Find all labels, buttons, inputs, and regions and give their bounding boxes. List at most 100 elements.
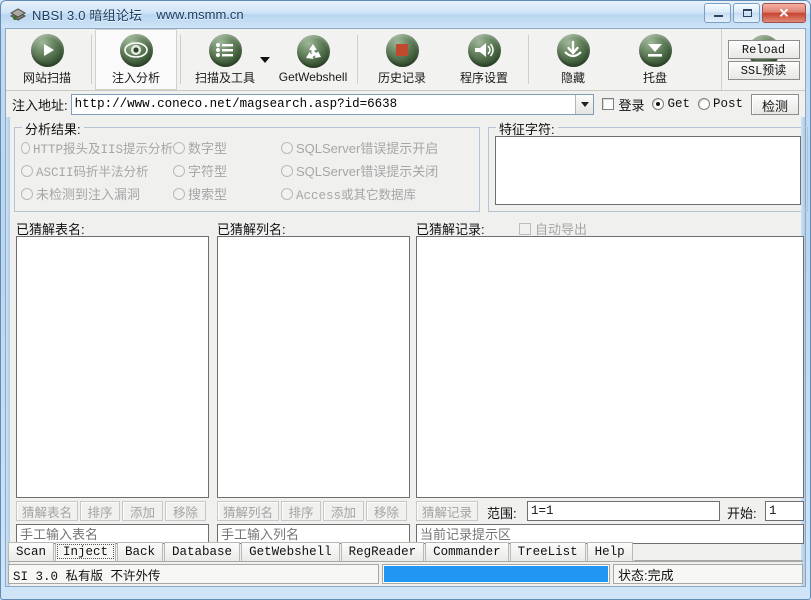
start-input[interactable] bbox=[765, 501, 804, 521]
minimize-button[interactable] bbox=[704, 3, 731, 23]
checkbox-box bbox=[602, 98, 614, 110]
radio-circle bbox=[173, 188, 185, 200]
window-controls: ✕ bbox=[704, 3, 806, 23]
toolbar-button-history[interactable]: 历史记录 bbox=[361, 29, 443, 90]
records-listbox[interactable] bbox=[416, 236, 804, 498]
close-icon: ✕ bbox=[763, 7, 805, 20]
analysis-option-label: 未检测到注入漏洞 bbox=[36, 184, 140, 203]
analysis-option-search-type[interactable]: 搜索型 bbox=[173, 184, 281, 203]
tab-getwebshell[interactable]: GetWebshell bbox=[241, 542, 340, 561]
analysis-option-no-injection[interactable]: 未检测到注入漏洞 bbox=[21, 184, 173, 203]
method-post-radio[interactable]: Post bbox=[698, 97, 743, 111]
toolbar-label: 网站扫描 bbox=[23, 69, 71, 86]
detect-button[interactable]: 检测 bbox=[751, 94, 799, 115]
analysis-result-group: 分析结果: HTTP报头及IIS提示分析 数字型 SQLServer错误提示开启… bbox=[14, 127, 480, 212]
url-input[interactable] bbox=[72, 95, 576, 114]
radio-circle bbox=[173, 142, 185, 154]
radio-circle bbox=[21, 142, 30, 154]
url-label: 注入地址: bbox=[12, 95, 68, 114]
analysis-option-numeric[interactable]: 数字型 bbox=[173, 138, 281, 157]
ssl-preload-button[interactable]: SSL预读 bbox=[728, 61, 800, 80]
add-table-button[interactable]: 添加 bbox=[122, 501, 163, 521]
url-dropdown-button[interactable] bbox=[575, 95, 593, 114]
method-get-radio[interactable]: Get bbox=[652, 97, 690, 111]
analysis-option-label: SQLServer错误提示关闭 bbox=[296, 161, 438, 180]
status-left-text: SI 3.0 私有版 不许外传 bbox=[8, 564, 379, 584]
toolbar-label: 历史记录 bbox=[378, 69, 426, 86]
toolbar-button-getwebshell[interactable]: GetWebshell bbox=[272, 29, 354, 90]
tab-scan[interactable]: Scan bbox=[8, 542, 54, 561]
remove-column-button[interactable]: 移除 bbox=[366, 501, 407, 521]
radio-circle bbox=[698, 98, 710, 110]
tables-listbox[interactable] bbox=[16, 236, 209, 498]
url-combobox[interactable] bbox=[71, 94, 595, 115]
radio-circle bbox=[281, 142, 293, 154]
toolbar-separator bbox=[180, 35, 181, 84]
guess-columns-button[interactable]: 猜解列名 bbox=[217, 501, 279, 521]
radio-circle bbox=[21, 165, 33, 177]
title-bar: NBSI 3.0 暗组论坛 www.msmm.cn ✕ bbox=[1, 1, 810, 28]
analysis-option-sqlserver-error-on[interactable]: SQLServer错误提示开启 bbox=[281, 138, 475, 157]
toolbar-separator bbox=[91, 35, 92, 84]
tab-commander[interactable]: Commander bbox=[425, 542, 509, 561]
analysis-option-label: 搜索型 bbox=[188, 184, 227, 203]
method-post-label: Post bbox=[713, 97, 743, 111]
columns-listbox[interactable] bbox=[217, 236, 410, 498]
tab-treelist[interactable]: TreeList bbox=[510, 542, 586, 561]
recycle-icon bbox=[297, 35, 330, 68]
close-button[interactable]: ✕ bbox=[762, 3, 806, 23]
feature-chars-group: 特征字符: bbox=[488, 127, 808, 212]
main-toolbar: 网站扫描 注入分析 bbox=[6, 29, 805, 91]
client-area: 网站扫描 注入分析 bbox=[5, 28, 806, 587]
guess-records-button[interactable]: 猜解记录 bbox=[416, 501, 478, 521]
sort-columns-button[interactable]: 排序 bbox=[281, 501, 321, 521]
range-input[interactable] bbox=[527, 501, 720, 521]
tab-database[interactable]: Database bbox=[164, 542, 240, 561]
toolbar-label: 隐藏 bbox=[561, 69, 585, 86]
sort-tables-button[interactable]: 排序 bbox=[80, 501, 120, 521]
remove-table-button[interactable]: 移除 bbox=[165, 501, 206, 521]
analysis-radio-grid: HTTP报头及IIS提示分析 数字型 SQLServer错误提示开启 ASCII… bbox=[21, 136, 475, 207]
toolbar-separator bbox=[528, 35, 529, 84]
toolbar-button-settings[interactable]: 程序设置 bbox=[443, 29, 525, 90]
maximize-button[interactable] bbox=[733, 3, 760, 23]
app-icon bbox=[9, 7, 27, 23]
start-label: 开始: bbox=[727, 503, 757, 522]
tab-regreader[interactable]: RegReader bbox=[341, 542, 425, 561]
toolbar-label: 托盘 bbox=[643, 69, 667, 86]
current-record-hint-input[interactable] bbox=[416, 524, 804, 544]
url-row: 注入地址: 登录 Get Post 检测 bbox=[6, 91, 805, 117]
method-get-label: Get bbox=[667, 97, 690, 111]
feature-chars-textarea[interactable] bbox=[495, 136, 801, 205]
analysis-option-access-db[interactable]: Access或其它数据库 bbox=[281, 184, 475, 203]
tab-back[interactable]: Back bbox=[117, 542, 163, 561]
toolbar-button-tray[interactable]: 托盘 bbox=[614, 29, 696, 90]
tab-filler bbox=[634, 542, 803, 561]
status-text: 状态:完成 bbox=[613, 564, 803, 584]
toolbar-label: 注入分析 bbox=[112, 69, 160, 86]
toolbar-button-scan-tools[interactable]: 扫描及工具 bbox=[184, 29, 266, 90]
manual-column-name-input[interactable] bbox=[217, 524, 410, 544]
manual-table-name-input[interactable] bbox=[16, 524, 209, 544]
tab-inject[interactable]: Inject bbox=[55, 542, 116, 561]
analysis-option-ascii-binary[interactable]: ASCII码折半法分析 bbox=[21, 161, 173, 180]
toolbar-button-site-scan[interactable]: 网站扫描 bbox=[6, 29, 88, 90]
guess-tables-button[interactable]: 猜解表名 bbox=[16, 501, 78, 521]
toolbar-label: 程序设置 bbox=[460, 69, 508, 86]
analysis-option-http-header[interactable]: HTTP报头及IIS提示分析 bbox=[21, 138, 173, 157]
radio-circle bbox=[652, 98, 664, 110]
analysis-option-sqlserver-error-off[interactable]: SQLServer错误提示关闭 bbox=[281, 161, 475, 180]
checkbox-box bbox=[519, 223, 531, 235]
toolbar-button-hide[interactable]: 隐藏 bbox=[532, 29, 614, 90]
login-checkbox[interactable]: 登录 bbox=[602, 95, 644, 114]
reload-button[interactable]: Reload bbox=[728, 40, 800, 59]
add-column-button[interactable]: 添加 bbox=[323, 501, 364, 521]
tab-help[interactable]: Help bbox=[587, 542, 633, 561]
application-window: NBSI 3.0 暗组论坛 www.msmm.cn ✕ 网站扫描 bbox=[0, 0, 811, 600]
toolbar-button-inject-analysis[interactable]: 注入分析 bbox=[95, 29, 177, 90]
stop-square-icon bbox=[386, 34, 419, 67]
window-title-url: www.msmm.cn bbox=[156, 7, 243, 22]
analysis-option-char-type[interactable]: 字符型 bbox=[173, 161, 281, 180]
radio-circle bbox=[281, 188, 293, 200]
analysis-option-label: ASCII码折半法分析 bbox=[36, 161, 149, 180]
